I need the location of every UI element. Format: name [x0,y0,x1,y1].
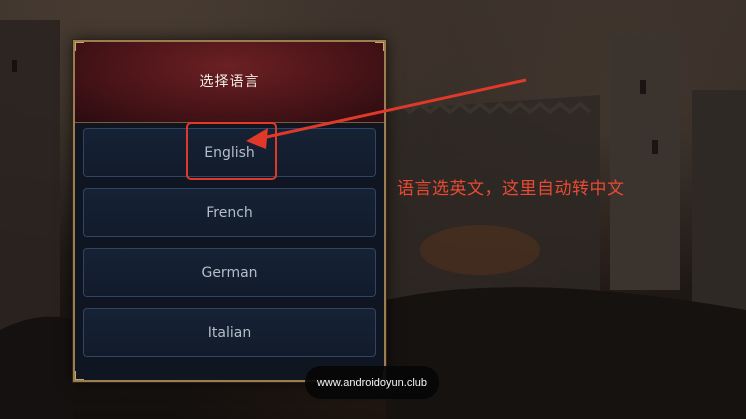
annotation-arrow-icon [246,78,527,149]
annotation-text: 语言选英文，这里自动转中文 [397,179,625,199]
watermark-text: www.androidoyun.club [316,376,428,389]
watermark-badge: www.androidoyun.club [305,366,439,399]
